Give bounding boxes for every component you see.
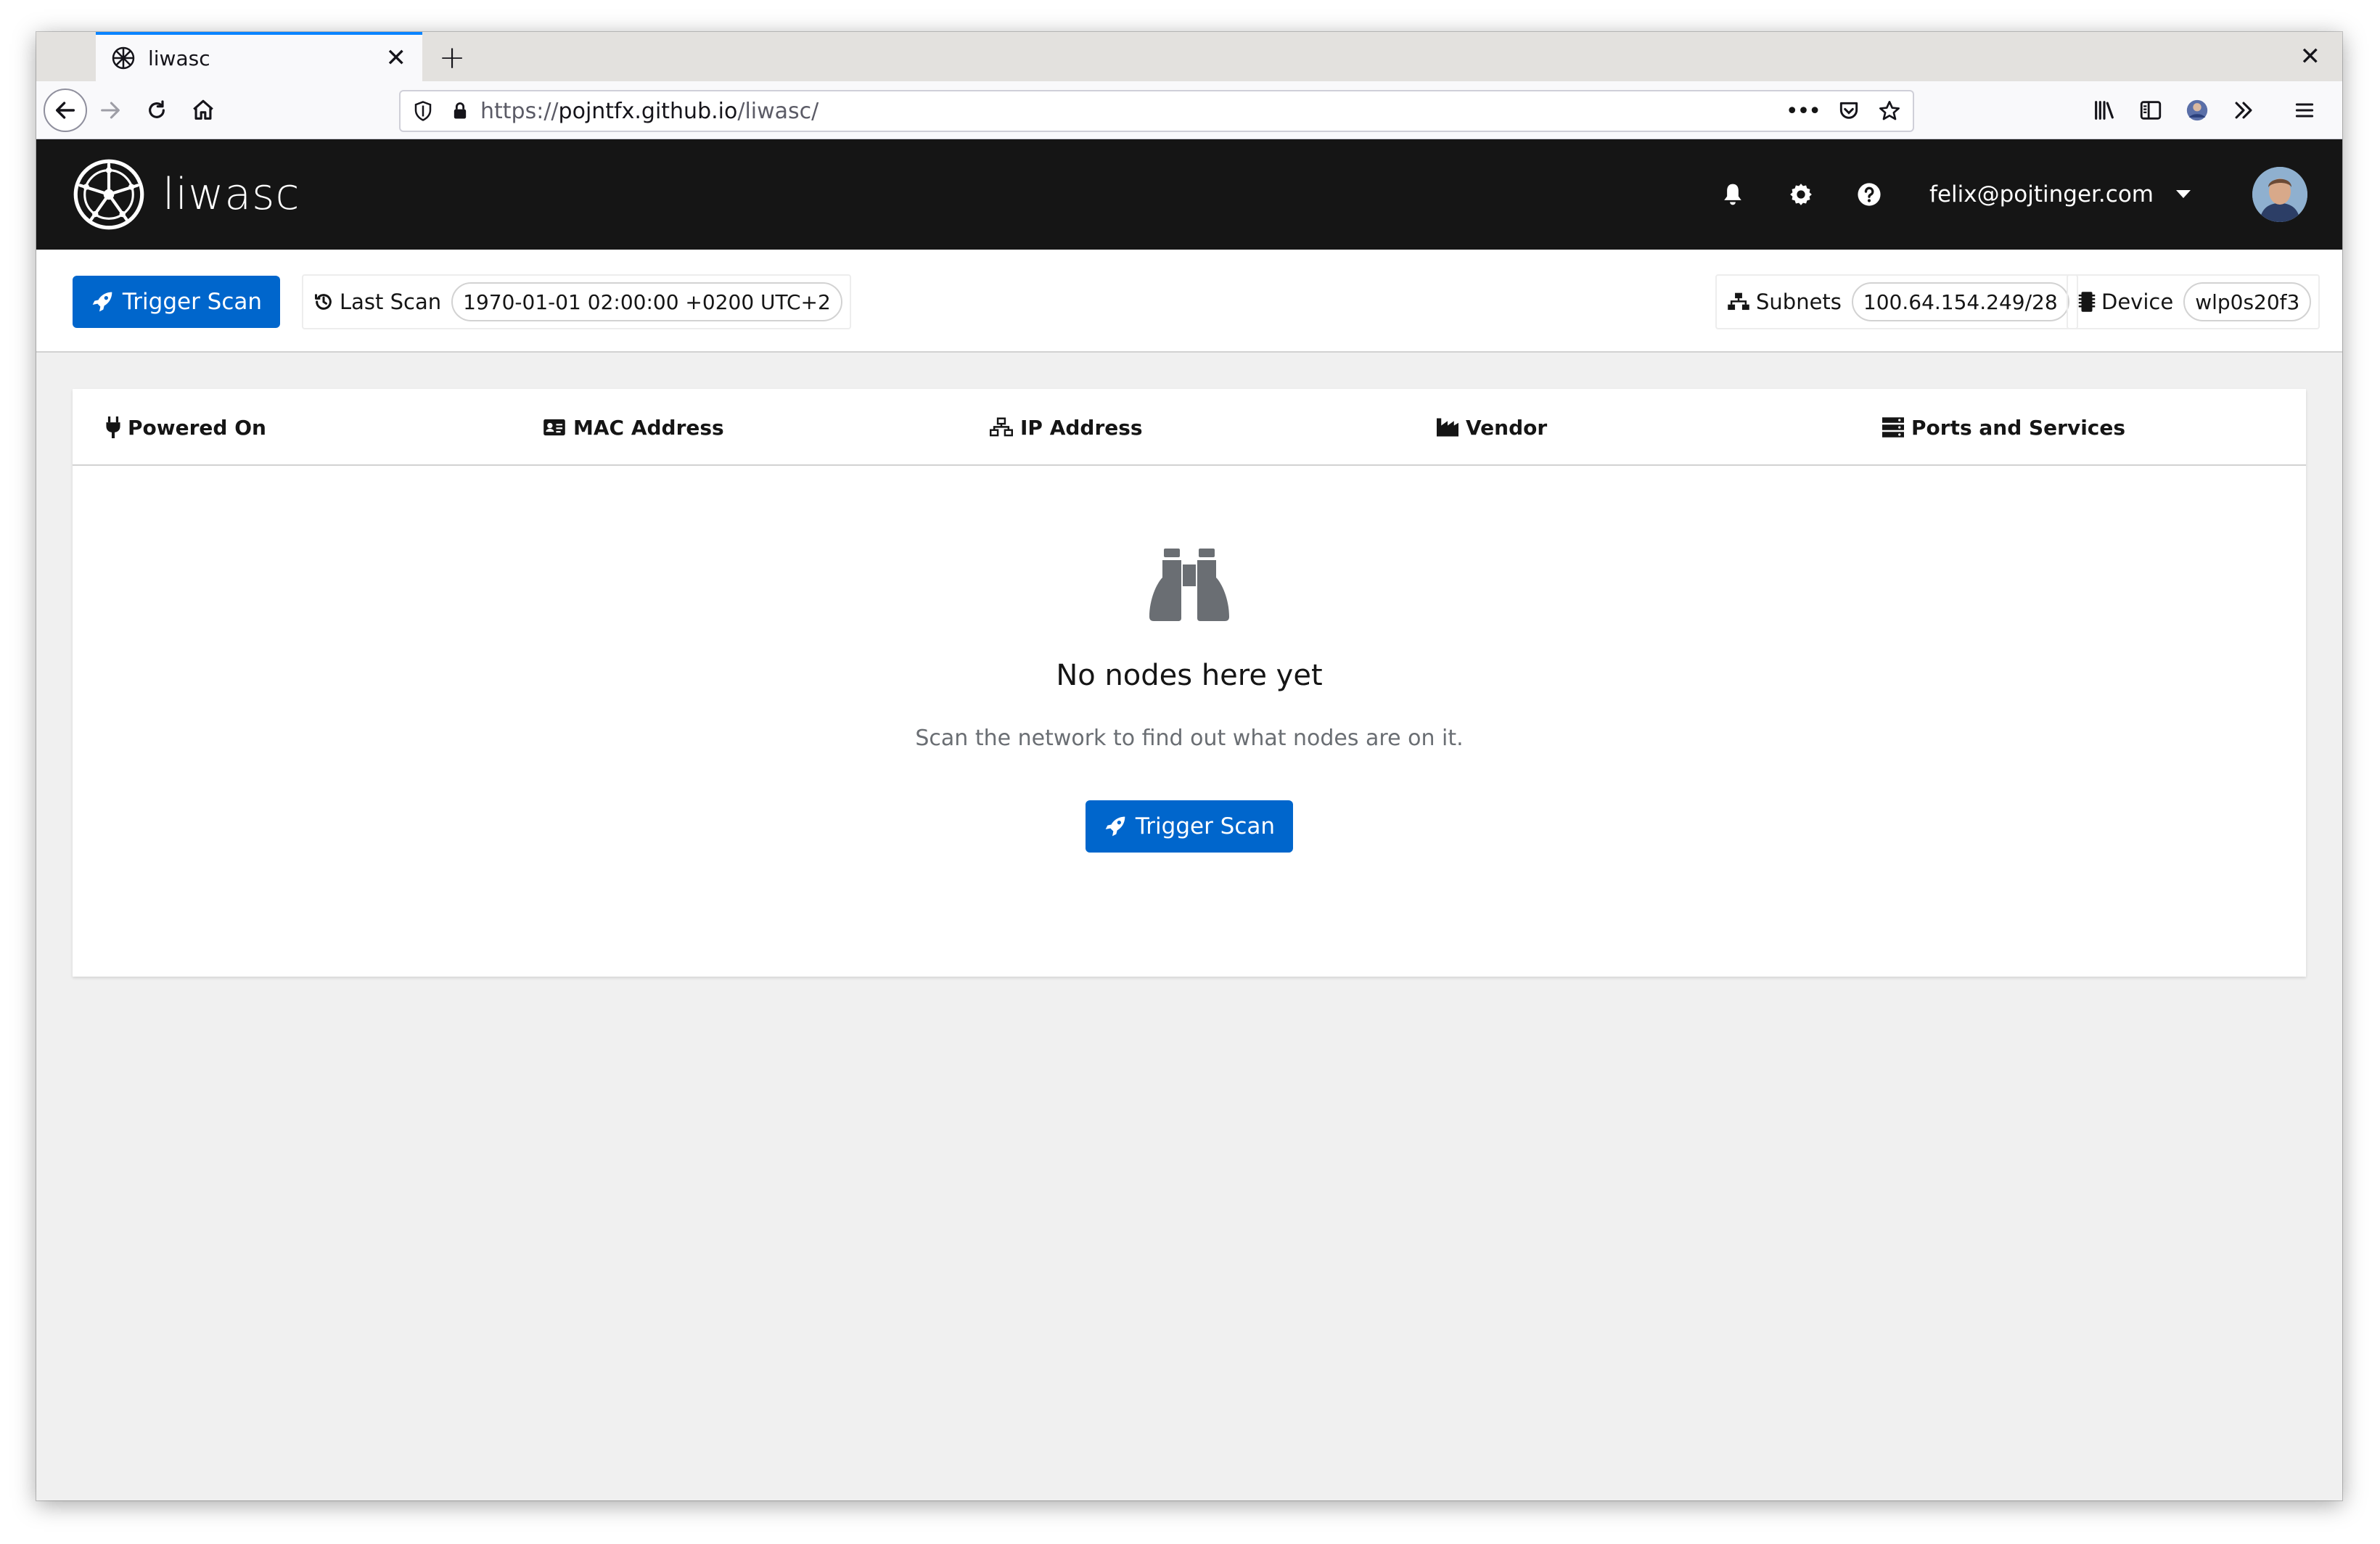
url-path: /liwasc/ xyxy=(737,98,819,124)
subnets-label-wrap: Subnets xyxy=(1727,290,1842,314)
chevron-double-right-icon xyxy=(2235,102,2252,119)
bell-icon xyxy=(1724,184,1741,205)
column-label: Vendor xyxy=(1466,415,1548,440)
network-icon xyxy=(1728,292,1749,311)
account-button[interactable] xyxy=(2174,87,2220,134)
column-label: MAC Address xyxy=(573,415,724,440)
scan-toolbar: Trigger Scan Last Scan 1970-01-01 02:00:… xyxy=(36,250,2342,353)
help-icon xyxy=(1858,183,1881,206)
id-card-icon xyxy=(543,419,565,436)
industry-icon xyxy=(1437,418,1458,437)
user-email: felix@pojtinger.com xyxy=(1929,181,2154,208)
server-icon xyxy=(1882,417,1904,438)
column-ip-address[interactable]: IP Address xyxy=(990,389,1143,466)
liwasc-logo-icon xyxy=(73,159,144,230)
url-bar[interactable]: https://pojntfx.github.io/liwasc/ ••• xyxy=(399,90,1914,132)
rocket-icon xyxy=(92,292,112,312)
library-icon xyxy=(2095,101,2114,120)
menu-button[interactable] xyxy=(2281,87,2328,134)
last-scan-chip: 1970-01-01 02:00:00 +0200 UTC+2 xyxy=(451,282,842,321)
reload-icon xyxy=(149,99,165,118)
account-avatar-icon xyxy=(2186,99,2208,121)
back-button[interactable] xyxy=(44,88,87,132)
subnets-chip[interactable]: 100.64.154.249/28 xyxy=(1851,282,2069,321)
browser-toolbar-right xyxy=(2081,87,2328,134)
library-button[interactable] xyxy=(2081,87,2127,134)
column-powered-on[interactable]: Powered On xyxy=(106,389,266,466)
column-label: Ports and Services xyxy=(1911,415,2126,440)
empty-state-body: Scan the network to find out what nodes … xyxy=(915,726,1464,751)
overflow-button[interactable] xyxy=(2220,87,2267,134)
last-scan-label-wrap: Last Scan xyxy=(313,290,441,314)
sidebar-button[interactable] xyxy=(2127,87,2174,134)
trigger-scan-button[interactable]: Trigger Scan xyxy=(73,276,280,328)
lock-icon[interactable] xyxy=(450,101,470,121)
subnets-label: Subnets xyxy=(1756,290,1842,314)
notifications-button[interactable] xyxy=(1699,160,1767,229)
empty-state-title: No nodes here yet xyxy=(1056,659,1323,692)
arrow-left-icon xyxy=(55,101,75,119)
browser-tab[interactable]: liwasc ✕ xyxy=(96,32,422,81)
plug-icon xyxy=(106,416,120,438)
gear-icon xyxy=(1790,184,1812,205)
new-tab-button[interactable]: + xyxy=(434,39,470,76)
device-chip[interactable]: wlp0s20f3 xyxy=(2183,282,2312,321)
brand[interactable]: liwasc xyxy=(71,157,300,232)
subnets-group: Subnets 100.64.154.249/28 xyxy=(1715,274,2078,329)
device-group: Device wlp0s20f3 xyxy=(2067,274,2320,329)
pocket-icon[interactable] xyxy=(1837,99,1860,123)
column-vendor[interactable]: Vendor xyxy=(1437,389,1547,466)
browser-navbar: https://pojntfx.github.io/liwasc/ ••• xyxy=(36,81,2342,139)
settings-button[interactable] xyxy=(1767,160,1835,229)
rocket-icon xyxy=(1105,816,1125,837)
home-button[interactable] xyxy=(180,87,226,134)
user-avatar-icon xyxy=(2252,167,2307,222)
device-label: Device xyxy=(2101,290,2174,314)
microchip-icon xyxy=(2078,292,2096,312)
last-scan-label: Last Scan xyxy=(340,290,442,314)
device-label-wrap: Device xyxy=(2078,290,2173,314)
brand-title: liwasc xyxy=(163,169,300,220)
caret-down-icon xyxy=(2176,190,2191,198)
arrow-right-icon xyxy=(101,102,120,118)
header-tools: felix@pojtinger.com xyxy=(1699,139,2307,250)
home-icon xyxy=(193,99,213,120)
table-header: Powered On MAC Address IP Address Vendor… xyxy=(73,389,2306,466)
binoculars-icon xyxy=(1149,549,1229,621)
reload-button[interactable] xyxy=(134,87,180,134)
url-scheme: https:// xyxy=(480,98,559,124)
column-label: IP Address xyxy=(1020,415,1143,440)
trigger-scan-label: Trigger Scan xyxy=(122,289,263,315)
user-dropdown[interactable]: felix@pojtinger.com xyxy=(1929,181,2191,208)
history-icon xyxy=(314,294,332,310)
liwasc-favicon-icon xyxy=(112,46,135,70)
page-actions-icon[interactable]: ••• xyxy=(1786,99,1821,124)
tab-close-icon[interactable]: ✕ xyxy=(386,46,407,70)
nodes-table: Powered On MAC Address IP Address Vendor… xyxy=(73,389,2306,977)
window-close-icon[interactable]: ✕ xyxy=(2300,42,2321,71)
network-icon xyxy=(990,417,1013,437)
avatar[interactable] xyxy=(2252,167,2307,222)
sidebar-icon xyxy=(2140,101,2162,120)
column-label: Powered On xyxy=(128,415,266,440)
empty-trigger-scan-label: Trigger Scan xyxy=(1135,813,1276,839)
app-header: liwasc felix@pojtinger.com xyxy=(36,139,2342,250)
column-mac-address[interactable]: MAC Address xyxy=(543,389,724,466)
empty-trigger-scan-button[interactable]: Trigger Scan xyxy=(1086,800,1293,853)
url-host: pojntfx.github.io xyxy=(558,98,738,124)
hamburger-menu-icon xyxy=(2295,103,2314,118)
help-button[interactable] xyxy=(1835,160,1903,229)
browser-window: liwasc ✕ + ✕ https://pojntfx.github.io/l… xyxy=(36,32,2342,1500)
forward-button[interactable] xyxy=(87,87,134,134)
last-scan-group: Last Scan 1970-01-01 02:00:00 +0200 UTC+… xyxy=(302,274,851,329)
column-ports-and-services[interactable]: Ports and Services xyxy=(1882,389,2125,466)
empty-state: No nodes here yet Scan the network to fi… xyxy=(73,466,2306,977)
shield-icon[interactable] xyxy=(412,100,434,122)
tab-title: liwasc xyxy=(148,46,210,70)
tab-strip: liwasc ✕ + ✕ xyxy=(36,32,2342,81)
bookmark-star-icon[interactable] xyxy=(1878,99,1901,123)
